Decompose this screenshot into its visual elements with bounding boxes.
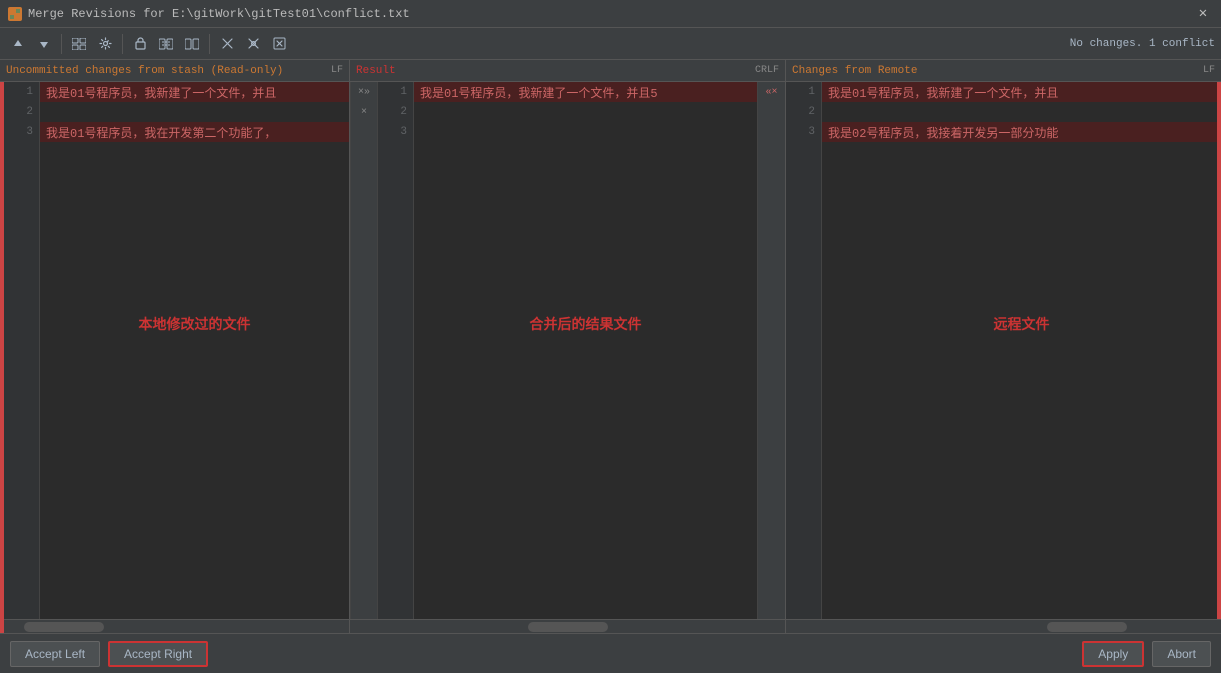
bottom-right-buttons: Apply Abort	[1082, 641, 1211, 667]
apply-button[interactable]: Apply	[1082, 641, 1144, 667]
close-button[interactable]: ✕	[1193, 4, 1213, 24]
panel-center-code[interactable]: 我是01号程序员，我新建了一个文件，并且5 合并后的结果文件	[414, 82, 757, 619]
merge-gutter-right: «×	[757, 82, 785, 619]
toggle-view-button[interactable]	[67, 32, 91, 56]
panel-right-watermark: 远程文件	[994, 314, 1050, 334]
panel-right-encoding: LF	[1203, 65, 1215, 76]
panel-right-inner: 1 2 3 我是01号程序员，我新建了一个文件，并且 我是02号程序员，我接着开…	[786, 82, 1221, 633]
panel-center-scrollbar-thumb[interactable]	[528, 622, 608, 632]
center-gutter-line-3: 3	[378, 122, 413, 142]
center-gutter-line-2: 2	[378, 102, 413, 122]
merge-arrow-left-3	[351, 122, 377, 142]
center-code-line-2	[414, 102, 757, 122]
bottom-left-buttons: Accept Left Accept Right	[10, 641, 208, 667]
panel-right-gutter: 1 2 3	[786, 82, 822, 619]
code-line-2	[40, 102, 349, 122]
toolbar-separator-1	[61, 34, 62, 54]
panel-center-header: Result CRLF	[350, 60, 785, 82]
panel-center-watermark: 合并后的结果文件	[530, 314, 642, 334]
magic2-button[interactable]	[241, 32, 265, 56]
panel-center-gutter: 1 2 3	[378, 82, 414, 619]
panel-left-body: 1 2 3 我是01号程序员，我新建了一个文件，并且 我是01号程序员，我在开发…	[0, 82, 349, 633]
panel-right-scrollbar[interactable]	[786, 619, 1221, 633]
merge-gutter-left: ×» ×	[350, 82, 378, 619]
magic1-button[interactable]	[215, 32, 239, 56]
merge-arrow-left-2[interactable]: ×	[351, 102, 377, 122]
center-code-line-3	[414, 122, 757, 142]
toolbar-separator-2	[122, 34, 123, 54]
panel-center-editor: ×» × 1 2 3 我是01号程序员，我新建了一个文件，并且5 合并后的结果文…	[350, 82, 785, 619]
panel-left-scrollbar-thumb[interactable]	[24, 622, 104, 632]
code-line-3: 我是01号程序员，我在开发第二个功能了，	[40, 122, 349, 142]
magic3-button[interactable]	[267, 32, 291, 56]
panel-left-inner: 1 2 3 我是01号程序员，我新建了一个文件，并且 我是01号程序员，我在开发…	[4, 82, 349, 633]
panel-right-scrollbar-thumb[interactable]	[1047, 622, 1127, 632]
status-text: No changes. 1 conflict	[1070, 38, 1215, 50]
scroll-sync2-button[interactable]	[180, 32, 204, 56]
window-title: Merge Revisions for E:\gitWork\gitTest01…	[28, 7, 410, 21]
center-gutter-line-1: 1	[378, 82, 413, 102]
right-gutter-line-2: 2	[786, 102, 821, 122]
accept-right-button[interactable]: Accept Right	[108, 641, 208, 667]
panel-right-editor: 1 2 3 我是01号程序员，我新建了一个文件，并且 我是02号程序员，我接着开…	[786, 82, 1221, 619]
accept-left-button[interactable]: Accept Left	[10, 641, 100, 667]
panel-center-scrollbar[interactable]	[350, 619, 785, 633]
title-bar: Merge Revisions for E:\gitWork\gitTest01…	[0, 0, 1221, 28]
scroll-sync1-button[interactable]	[154, 32, 178, 56]
merge-arrow-right-1[interactable]: «×	[758, 82, 785, 102]
panel-center-body: ×» × 1 2 3 我是01号程序员，我新建了一个文件，并且5 合并后的结果文…	[350, 82, 785, 633]
panel-left-encoding: LF	[331, 65, 343, 76]
gutter-line-1: 1	[4, 82, 39, 102]
panel-center: Result CRLF ×» × 1 2 3	[350, 60, 786, 633]
gutter-line-2: 2	[4, 102, 39, 122]
right-gutter-line-1: 1	[786, 82, 821, 102]
panel-right-body: 1 2 3 我是01号程序员，我新建了一个文件，并且 我是02号程序员，我接着开…	[786, 82, 1221, 633]
right-code-line-2	[822, 102, 1221, 122]
panel-left-gutter: 1 2 3	[4, 82, 40, 619]
panel-right-header: Changes from Remote LF	[786, 60, 1221, 82]
gutter-line-3: 3	[4, 122, 39, 142]
panel-left-header: Uncommitted changes from stash (Read-onl…	[0, 60, 349, 82]
abort-button[interactable]: Abort	[1152, 641, 1211, 667]
panel-right: Changes from Remote LF 1 2 3 我是01号程序员，我新…	[786, 60, 1221, 633]
prev-change-button[interactable]	[6, 32, 30, 56]
panel-left-scrollbar[interactable]	[4, 619, 349, 633]
panel-center-title: Result	[356, 65, 396, 77]
merge-arrow-right-2[interactable]	[758, 102, 785, 122]
panel-right-title: Changes from Remote	[792, 65, 917, 77]
panel-left-watermark: 本地修改过的文件	[139, 314, 251, 334]
lock1-button[interactable]	[128, 32, 152, 56]
code-line-1: 我是01号程序员，我新建了一个文件，并且	[40, 82, 349, 102]
panel-left-code: 我是01号程序员，我新建了一个文件，并且 我是01号程序员，我在开发第二个功能了…	[40, 82, 349, 619]
panel-left-title: Uncommitted changes from stash (Read-onl…	[6, 65, 283, 77]
next-change-button[interactable]	[32, 32, 56, 56]
settings-button[interactable]	[93, 32, 117, 56]
right-code-line-3: 我是02号程序员，我接着开发另一部分功能	[822, 122, 1221, 142]
merge-arrow-left-1[interactable]: ×»	[351, 82, 377, 102]
conflict-marker-right	[1217, 82, 1221, 619]
center-code-line-1: 我是01号程序员，我新建了一个文件，并且5	[414, 82, 757, 102]
app-icon	[8, 7, 22, 21]
right-code-line-1: 我是01号程序员，我新建了一个文件，并且	[822, 82, 1221, 102]
title-left: Merge Revisions for E:\gitWork\gitTest01…	[8, 7, 410, 21]
right-gutter-line-3: 3	[786, 122, 821, 142]
main-content: Uncommitted changes from stash (Read-onl…	[0, 60, 1221, 633]
panel-center-encoding: CRLF	[755, 65, 779, 76]
panel-right-code: 我是01号程序员，我新建了一个文件，并且 我是02号程序员，我接着开发另一部分功…	[822, 82, 1221, 619]
toolbar: No changes. 1 conflict	[0, 28, 1221, 60]
merge-arrow-right-3	[758, 122, 785, 142]
bottom-bar: Accept Left Accept Right Apply Abort	[0, 633, 1221, 673]
panel-left: Uncommitted changes from stash (Read-onl…	[0, 60, 350, 633]
panel-left-editor: 1 2 3 我是01号程序员，我新建了一个文件，并且 我是01号程序员，我在开发…	[4, 82, 349, 619]
toolbar-separator-3	[209, 34, 210, 54]
panel-center-inner: ×» × 1 2 3 我是01号程序员，我新建了一个文件，并且5 合并后的结果文…	[350, 82, 785, 633]
